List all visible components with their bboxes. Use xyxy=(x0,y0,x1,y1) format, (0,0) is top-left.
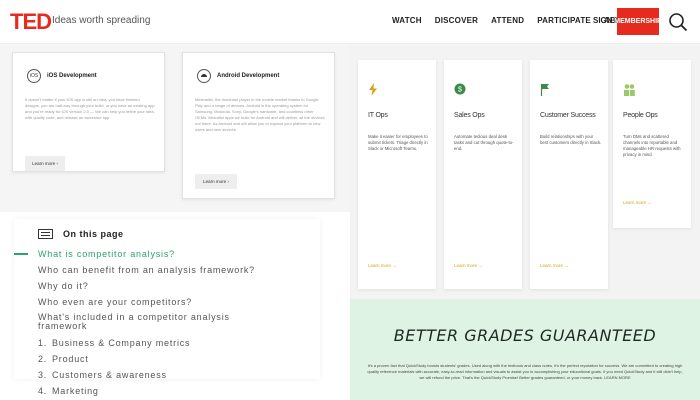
sales-ops-title: Sales Ops xyxy=(454,112,485,119)
otp-link-who-benefit[interactable]: Who can benefit from an analysis framewo… xyxy=(38,265,255,275)
otp-link-marketing[interactable]: 4. Marketing xyxy=(38,386,99,396)
sales-ops-card: $ Sales Ops Automate tedious deal desk t… xyxy=(444,60,522,289)
customer-success-card: Customer Success Build relationships wit… xyxy=(530,60,608,289)
otp-link-why[interactable]: Why do it? xyxy=(38,281,89,291)
membership-button[interactable]: MEMBERSHIP xyxy=(614,8,662,35)
nav-watch[interactable]: WATCH xyxy=(392,16,422,25)
sales-ops-body: Automate tedious deal desk tasks and cut… xyxy=(454,134,514,151)
customer-success-body: Build relationships with your best custo… xyxy=(540,134,602,145)
customer-success-learn-more[interactable]: Learn more → xyxy=(540,263,569,268)
ios-learn-more-button[interactable]: Learn more › xyxy=(25,156,65,171)
people-ops-body: Turn DMs and scattered channels into rep… xyxy=(623,134,681,157)
people-ops-title: People Ops xyxy=(623,112,658,119)
dollar-icon: $ xyxy=(454,83,466,95)
otp-title: On this page xyxy=(63,229,124,239)
otp-link-product[interactable]: 2. Product xyxy=(38,354,89,364)
it-ops-card: IT Ops Make it easier for employees to s… xyxy=(358,60,436,289)
ios-card-body: It doesn't matter if your iOS app is sti… xyxy=(25,97,155,120)
otp-link-customers[interactable]: 3. Customers & awareness xyxy=(38,370,167,380)
ops-cards-section: IT Ops Make it easier for employees to s… xyxy=(350,44,700,299)
sales-ops-learn-more[interactable]: Learn more → xyxy=(454,263,483,268)
ted-logo[interactable]: TED xyxy=(10,9,52,35)
better-grades-section: BETTER GRADES GUARANTEED It's a proven f… xyxy=(350,299,700,400)
nav-attend[interactable]: ATTEND xyxy=(491,16,524,25)
better-grades-title: BETTER GRADES GUARANTEED xyxy=(393,326,657,345)
android-learn-more-button[interactable]: Learn more › xyxy=(195,174,237,189)
it-ops-body: Make it easier for employees to submit t… xyxy=(368,134,428,151)
people-ops-learn-more[interactable]: Learn more → xyxy=(623,200,652,205)
better-grades-text: It's a proven fact that QuickStudy boost… xyxy=(367,363,683,380)
android-card-title: Android Development xyxy=(217,73,280,79)
site-header: TED Ideas worth spreading WATCH DISCOVER… xyxy=(0,0,700,44)
people-icon xyxy=(624,84,635,96)
otp-link-what-is[interactable]: What is competitor analysis? xyxy=(38,249,175,259)
otp-link-business[interactable]: 1. Business & Company metrics xyxy=(38,338,190,348)
otp-link-whats-included[interactable]: What's included in a competitor analysis… xyxy=(38,313,278,331)
tagline: Ideas worth spreading xyxy=(52,15,151,26)
it-ops-title: IT Ops xyxy=(368,112,388,119)
ios-card: iOS iOS Development It doesn't matter if… xyxy=(12,52,165,172)
list-icon xyxy=(38,229,53,239)
dev-services-section: iOS iOS Development It doesn't matter if… xyxy=(0,44,350,212)
it-ops-learn-more[interactable]: Learn more → xyxy=(368,263,397,268)
android-icon xyxy=(197,69,211,83)
customer-success-title: Customer Success xyxy=(540,112,596,119)
nav-participate[interactable]: PARTICIPATE xyxy=(537,16,591,25)
active-indicator xyxy=(14,253,28,255)
ios-card-title: iOS Development xyxy=(47,73,97,79)
android-card: Android Development Minimalist, the domi… xyxy=(182,52,335,199)
people-ops-card: People Ops Turn DMs and scattered channe… xyxy=(613,60,691,228)
ios-icon: iOS xyxy=(27,69,41,83)
nav-discover[interactable]: DISCOVER xyxy=(435,16,478,25)
android-card-body: Minimalist, the dominant player in the m… xyxy=(195,97,325,132)
on-this-page-panel: On this page What is competitor analysis… xyxy=(14,219,320,380)
lightning-icon xyxy=(369,83,377,96)
svg-text:$: $ xyxy=(458,87,462,94)
search-icon[interactable] xyxy=(668,12,688,32)
otp-link-who-competitors[interactable]: Who even are your competitors? xyxy=(38,297,192,307)
flag-icon xyxy=(540,84,549,96)
otp-header: On this page xyxy=(38,229,124,239)
